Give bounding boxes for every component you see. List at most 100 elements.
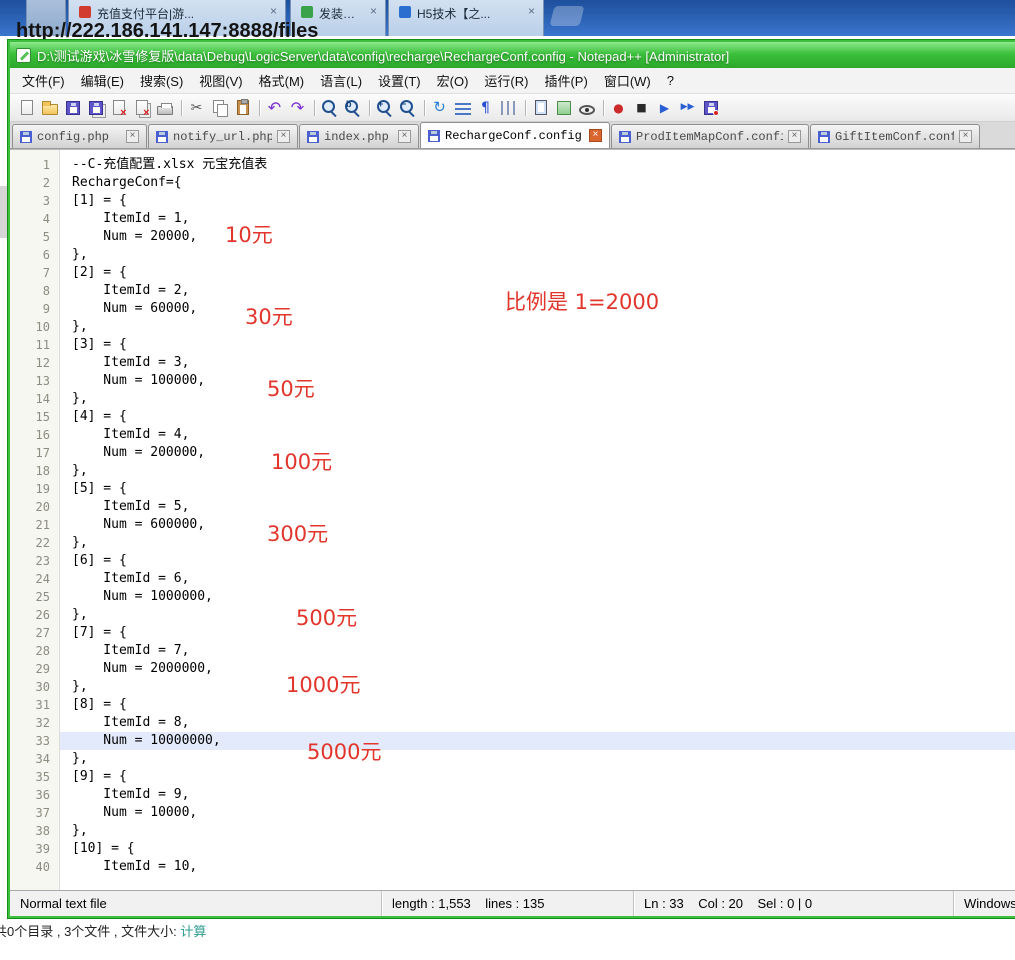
code-text[interactable]: Num = 600000, — [60, 516, 1015, 534]
code-text[interactable]: ItemId = 10, — [60, 858, 1015, 876]
doc-map-icon[interactable] — [530, 97, 551, 118]
word-wrap-icon[interactable] — [452, 97, 473, 118]
menu-item-4[interactable]: 视图(V) — [191, 67, 250, 94]
code-text[interactable]: [1] = { — [60, 192, 1015, 210]
editor[interactable]: 1--C-充值配置.xlsx 元宝充值表2RechargeConf={3[1] … — [10, 149, 1015, 890]
close-tab-icon[interactable]: × — [370, 5, 377, 17]
close-all-icon[interactable] — [131, 97, 152, 118]
menu-item-9[interactable]: 运行(R) — [476, 67, 536, 94]
code-line-22: 22}, — [10, 534, 1015, 552]
code-text[interactable]: [9] = { — [60, 768, 1015, 786]
doc-tab-notify_url.php[interactable]: notify_url.php × — [148, 124, 298, 148]
indent-guide-icon[interactable] — [498, 97, 519, 118]
close-tab-icon[interactable]: × — [277, 130, 290, 143]
code-text[interactable]: Num = 10000000, — [60, 732, 1015, 750]
doc-tab-index.php[interactable]: index.php× — [299, 124, 419, 148]
menu-item-1[interactable]: 文件(F) — [14, 67, 73, 94]
code-text[interactable]: [3] = { — [60, 336, 1015, 354]
close-tab-icon[interactable]: × — [270, 5, 277, 17]
save-macro-icon[interactable] — [700, 97, 721, 118]
menu-item-6[interactable]: 语言(L) — [312, 67, 370, 94]
close-tab-icon[interactable]: × — [589, 129, 602, 142]
close-tab-icon[interactable]: × — [788, 130, 801, 143]
code-text[interactable]: [2] = { — [60, 264, 1015, 282]
close-tab-icon[interactable]: × — [126, 130, 139, 143]
doc-tab-GiftItemConf.config[interactable]: GiftItemConf.config× — [810, 124, 980, 148]
code-text[interactable]: }, — [60, 246, 1015, 264]
copy-icon[interactable] — [209, 97, 230, 118]
menu-item-7[interactable]: 设置(T) — [370, 67, 429, 94]
doc-tab-ProdItemMapConf.config[interactable]: ProdItemMapConf.config× — [611, 124, 809, 148]
play-macro-icon[interactable]: ▶ — [654, 97, 675, 118]
menu-item-3[interactable]: 搜索(S) — [132, 67, 191, 94]
menu-item-5[interactable]: 格式(M) — [251, 67, 313, 94]
browser-tab-3[interactable]: H5技术【之...× — [388, 0, 544, 36]
code-text[interactable]: }, — [60, 750, 1015, 768]
stop-macro-icon[interactable]: ■ — [631, 97, 652, 118]
code-text[interactable]: ItemId = 8, — [60, 714, 1015, 732]
code-text[interactable]: ItemId = 6, — [60, 570, 1015, 588]
record-macro-icon[interactable]: ● — [608, 97, 629, 118]
code-text[interactable]: ItemId = 3, — [60, 354, 1015, 372]
cut-icon[interactable]: ✂ — [186, 97, 207, 118]
menu-item-2[interactable]: 编辑(E) — [73, 67, 132, 94]
code-text[interactable]: [5] = { — [60, 480, 1015, 498]
replace-icon[interactable]: b — [342, 97, 363, 118]
code-text[interactable]: ItemId = 4, — [60, 426, 1015, 444]
code-text[interactable]: [8] = { — [60, 696, 1015, 714]
new-tab-button[interactable] — [550, 6, 585, 26]
find-icon[interactable] — [319, 97, 340, 118]
open-icon[interactable] — [39, 97, 60, 118]
close-tab-icon[interactable]: × — [528, 5, 535, 17]
paste-icon[interactable] — [232, 97, 253, 118]
menu-item-12[interactable]: ? — [659, 69, 682, 92]
code-text[interactable]: ItemId = 5, — [60, 498, 1015, 516]
code-text[interactable]: }, — [60, 678, 1015, 696]
code-text[interactable]: }, — [60, 390, 1015, 408]
code-text[interactable]: }, — [60, 462, 1015, 480]
function-list-icon[interactable] — [553, 97, 574, 118]
menu-item-11[interactable]: 窗口(W) — [596, 67, 659, 94]
save-icon[interactable] — [62, 97, 83, 118]
undo-icon[interactable]: ↶ — [264, 97, 285, 118]
close-icon[interactable] — [108, 97, 129, 118]
code-text[interactable]: Num = 100000, — [60, 372, 1015, 390]
sync-icon[interactable]: ↻ — [429, 97, 450, 118]
monitor-icon[interactable] — [576, 97, 597, 118]
zoom-out-icon[interactable]: − — [397, 97, 418, 118]
code-text[interactable]: --C-充值配置.xlsx 元宝充值表 — [60, 156, 1015, 174]
doc-tab-RechargeConf.config[interactable]: RechargeConf.config× — [420, 122, 610, 148]
code-text[interactable]: ItemId = 1, — [60, 210, 1015, 228]
code-text[interactable]: Num = 20000, — [60, 228, 1015, 246]
show-all-chars-icon[interactable]: ¶ — [475, 97, 496, 118]
print-icon[interactable] — [154, 97, 175, 118]
code-text[interactable]: ItemId = 9, — [60, 786, 1015, 804]
doc-tab-label: notify_url.php — [173, 130, 272, 144]
code-text[interactable]: Num = 10000, — [60, 804, 1015, 822]
zoom-in-icon[interactable]: + — [374, 97, 395, 118]
code-text[interactable]: [4] = { — [60, 408, 1015, 426]
run-macro-multiple-icon[interactable]: ▶▶ — [677, 97, 698, 118]
code-text[interactable]: [10] = { — [60, 840, 1015, 858]
code-text[interactable]: }, — [60, 534, 1015, 552]
menu-item-8[interactable]: 宏(O) — [429, 67, 477, 94]
title-bar[interactable]: D:\测试游戏\冰雪修复版\data\Debug\LogicServer\dat… — [10, 42, 1015, 68]
code-text[interactable]: }, — [60, 318, 1015, 336]
code-text[interactable]: Num = 200000, — [60, 444, 1015, 462]
menu-item-10[interactable]: 插件(P) — [536, 67, 595, 94]
save-all-icon[interactable] — [85, 97, 106, 118]
close-tab-icon[interactable]: × — [959, 130, 972, 143]
new-icon[interactable] — [16, 97, 37, 118]
calc-link[interactable]: 计算 — [180, 924, 206, 939]
doc-tab-config.php[interactable]: config.php× — [12, 124, 147, 148]
code-text[interactable]: }, — [60, 606, 1015, 624]
redo-icon[interactable]: ↷ — [287, 97, 308, 118]
close-tab-icon[interactable]: × — [398, 130, 411, 143]
code-text[interactable]: Num = 2000000, — [60, 660, 1015, 678]
code-text[interactable]: }, — [60, 822, 1015, 840]
code-text[interactable]: ItemId = 7, — [60, 642, 1015, 660]
code-text[interactable]: [7] = { — [60, 624, 1015, 642]
code-text[interactable]: RechargeConf={ — [60, 174, 1015, 192]
code-text[interactable]: [6] = { — [60, 552, 1015, 570]
code-text[interactable]: Num = 1000000, — [60, 588, 1015, 606]
